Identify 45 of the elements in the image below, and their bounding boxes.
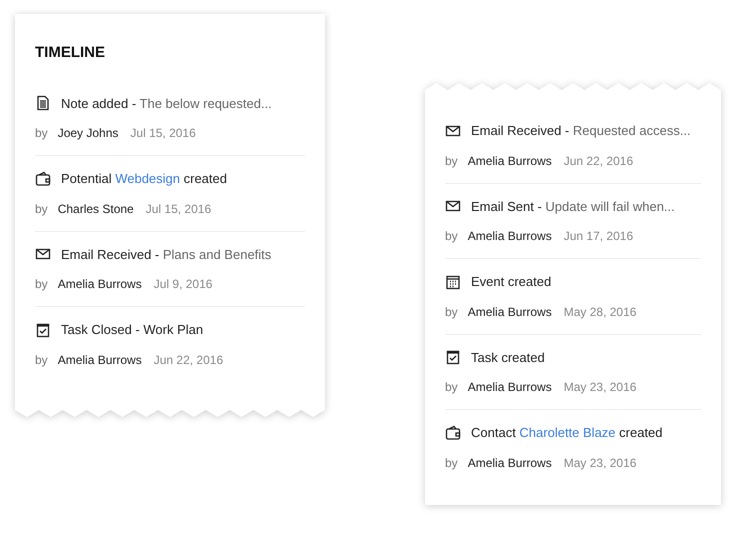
entry-date: Jul 15, 2016	[130, 125, 196, 142]
by-label: by	[445, 152, 458, 170]
author-name: Amelia Burrows	[58, 352, 142, 368]
author-name: Amelia Burrows	[468, 379, 552, 396]
entry-date: Jul 9, 2016	[154, 276, 212, 293]
entry-title: Note added - The below requested...	[61, 94, 272, 113]
author-name: Amelia Burrows	[468, 304, 552, 320]
by-label: by	[35, 125, 48, 142]
entry-title: Task Closed - Work Plan	[61, 321, 204, 339]
author-name: Joey Johns	[58, 125, 118, 142]
document-icon	[35, 95, 51, 112]
entry-date: May 28, 2016	[564, 304, 636, 320]
entry-date: May 23, 2016	[564, 379, 636, 396]
entry-date: Jun 22, 2016	[564, 152, 634, 170]
entry-date: May 23, 2016	[564, 454, 636, 472]
by-label: by	[445, 228, 458, 245]
by-label: by	[445, 454, 458, 472]
entry-date: Jun 22, 2016	[154, 352, 224, 368]
author-name: Charles Stone	[58, 200, 134, 218]
wallet-icon	[35, 170, 51, 187]
entry-title: Contact Charolette Blaze created	[471, 424, 663, 442]
by-label: by	[35, 352, 48, 368]
entry-title: Email Received - Plans and Benefits	[61, 246, 272, 264]
by-label: by	[445, 304, 458, 320]
author-name: Amelia Burrows	[468, 454, 552, 472]
author-name: Amelia Burrows	[468, 228, 552, 245]
clipboard-check-icon	[35, 322, 51, 338]
by-label: by	[35, 276, 48, 293]
entry-title: Event created	[471, 273, 552, 291]
entry-title: Task created	[471, 348, 545, 366]
by-label: by	[35, 200, 48, 218]
link[interactable]: Webdesign	[115, 171, 180, 186]
card-title: TIMELINE	[35, 43, 106, 63]
calendar-icon	[445, 274, 461, 290]
author-name: Amelia Burrows	[58, 276, 142, 293]
entry-date: Jul 15, 2016	[146, 200, 212, 218]
link[interactable]: Charolette Blaze	[519, 425, 616, 440]
by-label: by	[445, 379, 458, 396]
entry-title: Potential Webdesign created	[61, 170, 227, 188]
entry-date: Jun 17, 2016	[564, 228, 634, 245]
clipboard-check-icon	[445, 349, 461, 366]
entry-title: Email Sent - Update will fail when...	[471, 198, 675, 216]
wallet-icon	[445, 424, 461, 441]
author-name: Amelia Burrows	[468, 152, 552, 170]
entry-title: Email Received - Requested access...	[471, 122, 691, 140]
